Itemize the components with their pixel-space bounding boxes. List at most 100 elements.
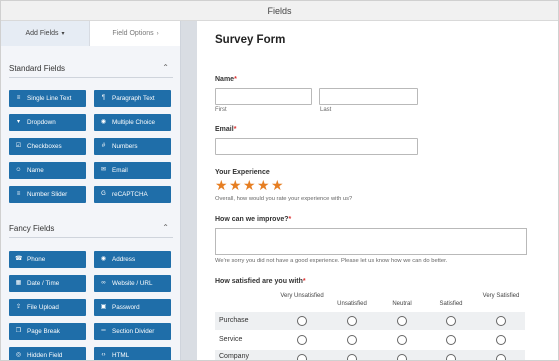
star-icon[interactable]: ★ xyxy=(257,178,270,192)
eye-slash-icon: ◎ xyxy=(15,352,22,358)
field-button-checkboxes[interactable]: ☑ Checkboxes xyxy=(9,138,86,155)
field-button-paragraph-text[interactable]: ¶ Paragraph Text xyxy=(94,90,171,107)
field-button-file-upload[interactable]: ⇪ File Upload xyxy=(9,299,86,316)
field-button-dropdown[interactable]: ▾ Dropdown xyxy=(9,114,86,131)
likert-radio[interactable] xyxy=(446,335,456,345)
star-icon[interactable]: ★ xyxy=(215,178,228,192)
star-icon[interactable]: ★ xyxy=(243,178,256,192)
user-icon: ☺ xyxy=(15,167,22,173)
experience-label[interactable]: Your Experience xyxy=(215,169,270,176)
likert-radio[interactable] xyxy=(297,316,307,326)
field-button-address[interactable]: ◉ Address xyxy=(94,251,171,268)
field-button-password[interactable]: ▣ Password xyxy=(94,299,171,316)
field-button-name[interactable]: ☺ Name xyxy=(9,162,86,179)
likert-radio[interactable] xyxy=(397,354,407,360)
chevron-up-icon: ⌃ xyxy=(162,223,169,232)
field-button-html[interactable]: ‹› HTML xyxy=(94,347,171,360)
likert-radio[interactable] xyxy=(397,316,407,326)
likert-radio[interactable] xyxy=(347,316,357,326)
likert-radio[interactable] xyxy=(446,354,456,360)
paragraph-icon: ¶ xyxy=(101,95,106,101)
improve-label[interactable]: How can we improve?* xyxy=(215,216,291,223)
field-button-label: Multiple Choice xyxy=(112,119,156,126)
field-button-label: Number Slider xyxy=(27,191,68,198)
field-button-label: reCAPTCHA xyxy=(112,191,148,198)
likert-row: Service xyxy=(215,331,525,349)
likert-row-label: Service xyxy=(219,336,243,343)
experience-description: Overall, how would you rate your experie… xyxy=(215,196,353,202)
required-mark: * xyxy=(233,126,237,133)
field-button-page-break[interactable]: ❐ Page Break xyxy=(9,323,86,340)
tab-field-options[interactable]: Field Options › xyxy=(90,21,180,46)
field-button-numbers[interactable]: # Numbers xyxy=(94,138,171,155)
field-button-hidden-field[interactable]: ◎ Hidden Field xyxy=(9,347,86,360)
satisfaction-label[interactable]: How satisfied are you with* xyxy=(215,278,306,285)
first-name-input[interactable] xyxy=(215,88,312,105)
last-name-input[interactable] xyxy=(319,88,418,105)
fancy-fields-title: Fancy Fields xyxy=(9,224,55,233)
likert-radio[interactable] xyxy=(297,354,307,360)
field-button-label: Email xyxy=(112,167,128,174)
phone-icon: ☎ xyxy=(15,256,23,262)
radio-dot-icon: ◉ xyxy=(100,119,107,125)
email-field-label[interactable]: Email* xyxy=(215,126,236,133)
tab-field-options-label: Field Options xyxy=(112,30,154,37)
likert-radio[interactable] xyxy=(347,335,357,345)
field-button-label: Password xyxy=(112,304,140,311)
likert-row: Company xyxy=(215,350,525,360)
name-label-text: Name xyxy=(215,76,235,83)
field-button-website-url[interactable]: ∞ Website / URL xyxy=(94,275,171,292)
star-icon[interactable]: ★ xyxy=(271,178,284,192)
text-lines-icon: ≡ xyxy=(16,95,21,101)
form-title[interactable]: Survey Form xyxy=(215,34,285,46)
field-button-label: Hidden Field xyxy=(27,352,63,359)
likert-column-header: Very Unsatisfied xyxy=(280,293,324,299)
likert-column-header: Satisfied xyxy=(439,301,463,307)
map-pin-icon: ◉ xyxy=(100,256,107,262)
page-break-icon: ❐ xyxy=(15,328,22,334)
first-sublabel: First xyxy=(215,107,227,113)
slider-icon: ≡ xyxy=(16,191,21,197)
required-mark: * xyxy=(302,278,306,285)
name-field-label[interactable]: Name* xyxy=(215,76,237,83)
field-button-label: File Upload xyxy=(27,304,59,311)
google-icon: G xyxy=(101,191,106,197)
email-input[interactable] xyxy=(215,138,418,155)
link-icon: ∞ xyxy=(101,280,106,286)
standard-fields-header[interactable]: Standard Fields ⌃ xyxy=(9,63,173,78)
field-button-label: Address xyxy=(112,256,136,263)
field-button-number-slider[interactable]: ≡ Number Slider xyxy=(9,186,86,203)
likert-radio[interactable] xyxy=(496,354,506,360)
field-button-single-line-text[interactable]: ≡ Single Line Text xyxy=(9,90,86,107)
likert-radio[interactable] xyxy=(347,354,357,360)
field-button-section-divider[interactable]: ═ Section Divider xyxy=(94,323,171,340)
field-button-label: Page Break xyxy=(27,328,60,335)
panel-tabs: Add Fields ▾ Field Options › xyxy=(1,21,180,46)
chevron-right-icon: › xyxy=(156,31,159,37)
window-title: Fields xyxy=(1,1,558,21)
likert-radio[interactable] xyxy=(496,335,506,345)
field-button-date-time[interactable]: ▦ Date / Time xyxy=(9,275,86,292)
likert-column-header: Neutral xyxy=(392,301,412,307)
star-icon[interactable]: ★ xyxy=(229,178,242,192)
field-button-multiple-choice[interactable]: ◉ Multiple Choice xyxy=(94,114,171,131)
hash-icon: # xyxy=(101,143,106,149)
likert-radio[interactable] xyxy=(496,316,506,326)
field-button-label: Paragraph Text xyxy=(112,95,155,102)
field-button-recaptcha[interactable]: GreCAPTCHA xyxy=(94,186,171,203)
dropdown-icon: ▾ xyxy=(16,119,20,125)
likert-radio[interactable] xyxy=(297,335,307,345)
field-button-label: Dropdown xyxy=(27,119,56,126)
improve-textarea[interactable] xyxy=(215,228,527,255)
fancy-fields-header[interactable]: Fancy Fields ⌃ xyxy=(9,223,173,238)
likert-radio[interactable] xyxy=(397,335,407,345)
likert-radio[interactable] xyxy=(446,316,456,326)
required-mark: * xyxy=(288,216,292,223)
panel-divider xyxy=(181,21,197,360)
field-button-email[interactable]: ✉ Email xyxy=(94,162,171,179)
tab-add-fields[interactable]: Add Fields ▾ xyxy=(1,21,90,46)
field-button-label: Section Divider xyxy=(112,328,155,335)
likert-row: Purchase xyxy=(215,312,525,330)
field-button-phone[interactable]: ☎ Phone xyxy=(9,251,86,268)
required-mark: * xyxy=(234,76,237,83)
